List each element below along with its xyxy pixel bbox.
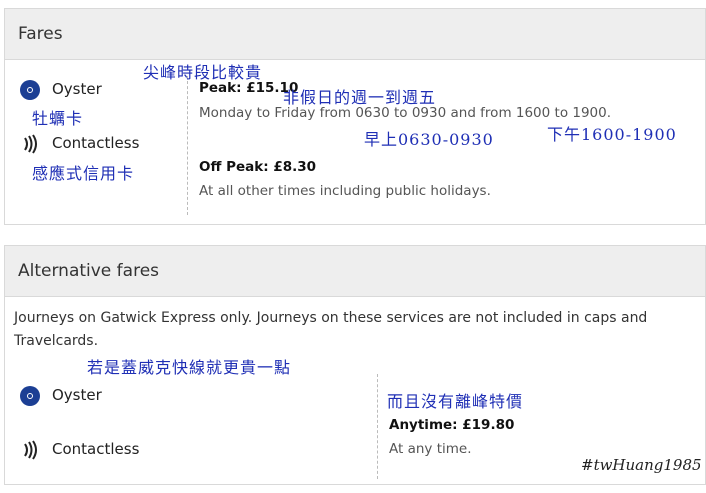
annotation-morning: 早上0630-0930 (364, 130, 494, 149)
annotation-afternoon: 下午1600-1900 (547, 125, 677, 144)
offpeak-fare-title: Off Peak: £8.30 (199, 159, 317, 175)
alt-payment-oyster-label: Oyster (52, 386, 102, 404)
anytime-fare-desc: At any time. (389, 441, 472, 457)
offpeak-fare-desc: At all other times including public holi… (199, 183, 491, 199)
annotation-no-offpeak: 而且沒有離峰特價 (387, 392, 524, 411)
payment-oyster-label: Oyster (52, 80, 102, 98)
oyster-icon (20, 386, 40, 406)
oyster-icon (20, 80, 40, 100)
annotation-peak-expensive: 尖峰時段比較貴 (143, 63, 263, 82)
hashtag-watermark: #twHuang1985 (581, 456, 702, 474)
annotation-contactless-card: 感應式信用卡 (32, 164, 135, 183)
payment-contactless-label: Contactless (52, 134, 140, 152)
annotation-oyster-card: 牡蠣卡 (32, 109, 84, 128)
alternative-fares-header: Alternative fares (5, 246, 705, 297)
contactless-icon (20, 440, 40, 464)
anytime-fare-title: Anytime: £19.80 (389, 417, 515, 433)
fares-header: Fares (5, 9, 705, 60)
annotation-gatwick: 若是蓋威克快線就更貴一點 (87, 358, 292, 377)
alternative-fares-intro-line1: Journeys on Gatwick Express only. Journe… (14, 310, 648, 326)
annotation-weekday: 非假日的週一到週五 (283, 88, 437, 107)
alt-payment-contactless-label: Contactless (52, 440, 140, 458)
alternative-fares-intro-line2: Travelcards. (14, 333, 99, 349)
contactless-icon (20, 134, 40, 158)
fares-divider (187, 76, 188, 215)
alt-fares-divider (377, 374, 378, 479)
